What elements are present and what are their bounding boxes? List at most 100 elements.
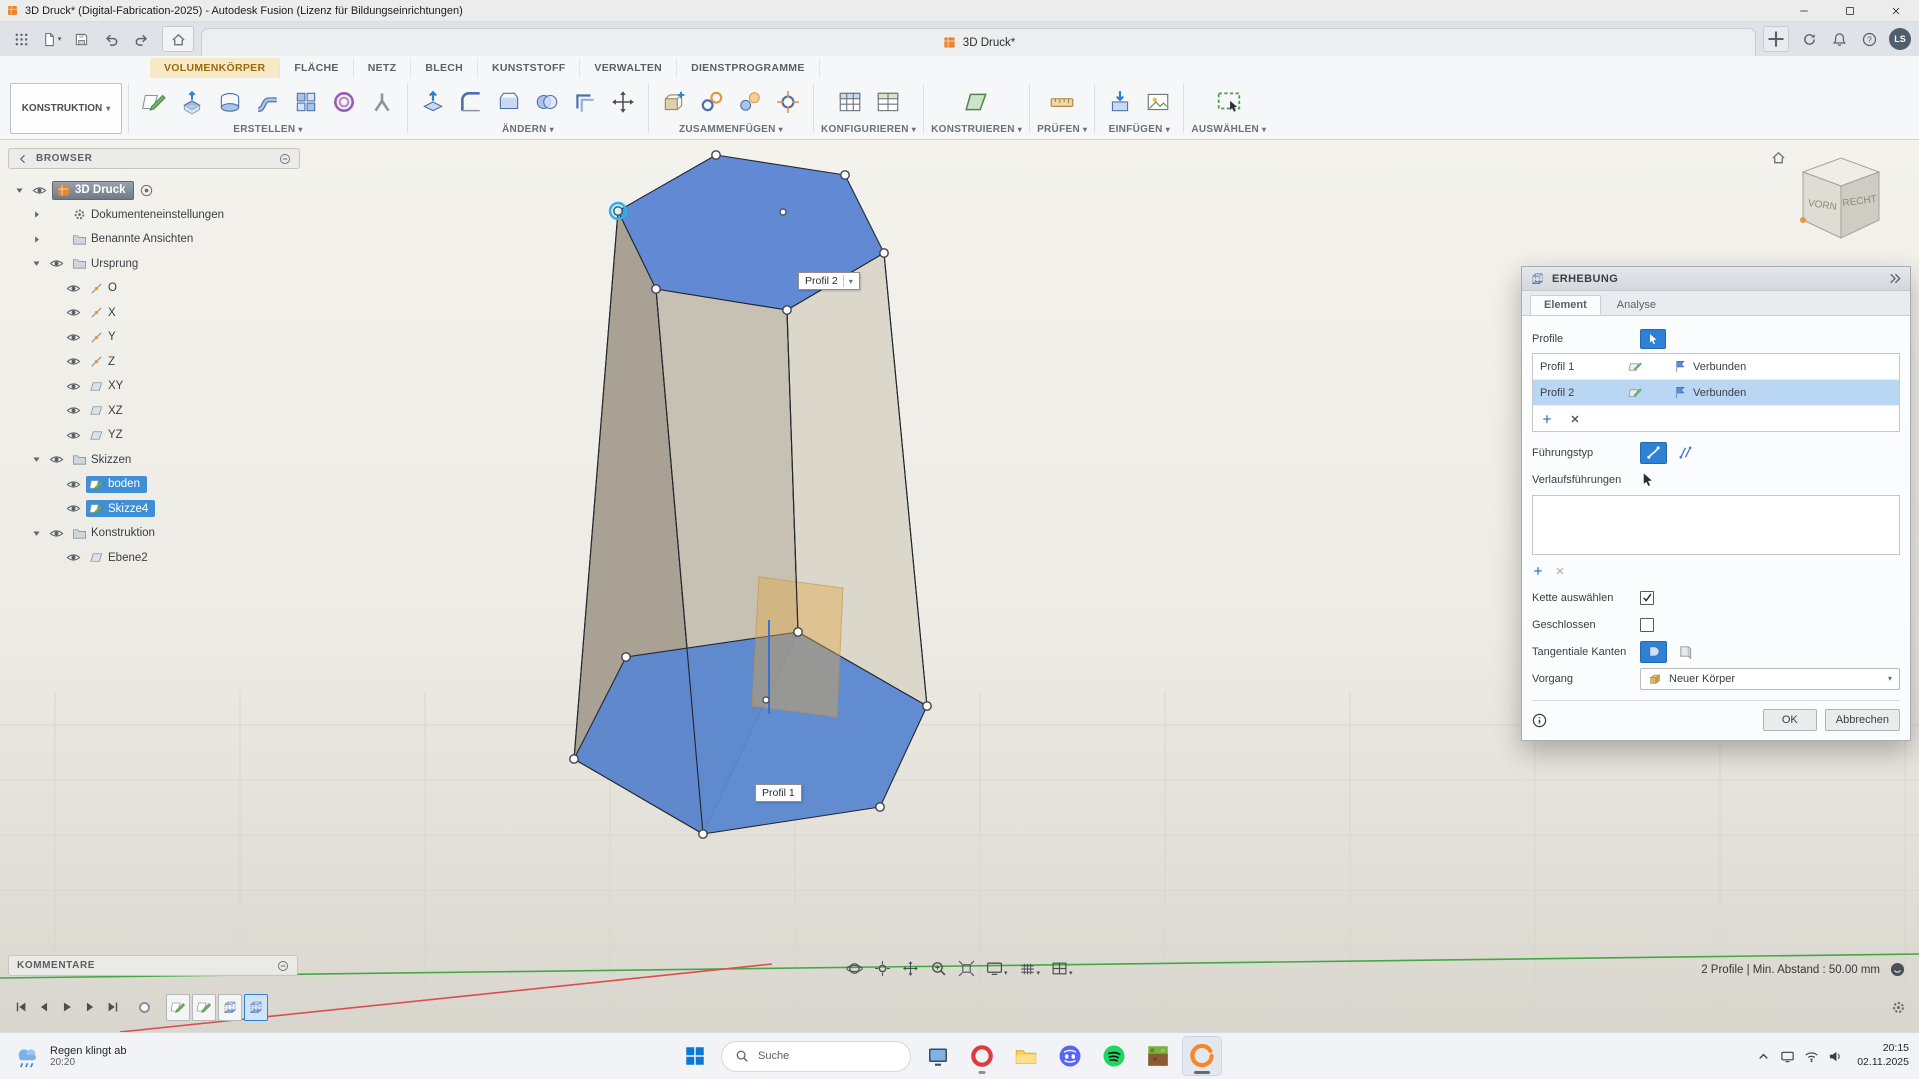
tangent-edges-merge-button[interactable] [1640,641,1667,663]
canvas-button[interactable] [1140,83,1176,121]
visibility-eye-icon[interactable] [64,305,83,320]
job-status-button[interactable] [1796,26,1823,52]
minimize-button[interactable] [1781,0,1827,21]
redo-button[interactable] [128,26,155,52]
timeline-loft-2[interactable] [244,994,268,1021]
viewport[interactable]: VORN RECHT BROWSER 3D DruckDokumentenein… [0,140,1919,1032]
visibility-eye-icon[interactable] [64,379,83,394]
visibility-eye-icon[interactable] [64,403,83,418]
profile-row-1[interactable]: Profil 1Verbunden [1533,354,1899,380]
remove-profile-button[interactable] [1569,413,1581,425]
fit-button[interactable] [958,960,975,977]
measure-button[interactable] [1044,83,1080,121]
profile-row-2[interactable]: Profil 2Verbunden [1533,380,1899,406]
visibility-eye-icon[interactable] [47,256,66,271]
search-input[interactable]: Suche [721,1041,911,1072]
browser-item-y[interactable]: Y [8,325,300,350]
go-to-start-button[interactable] [10,996,31,1018]
expander-down-icon[interactable] [31,454,44,465]
taskbar-clock[interactable]: 20:15 02.11.2025 [1857,1042,1909,1069]
tray-volume-icon[interactable] [1823,1041,1847,1071]
browser-item-ursprung[interactable]: Ursprung [8,252,300,277]
expander-down-icon[interactable] [14,185,27,196]
help-button[interactable]: ? [1856,26,1883,52]
visibility-eye-icon[interactable] [64,354,83,369]
guide-rails-button[interactable] [1640,442,1667,464]
browser-header[interactable]: BROWSER [8,148,300,169]
create-sketch-button[interactable] [136,83,172,121]
grid-settings-button[interactable]: ▾ [1019,960,1041,977]
offset-face-button[interactable] [567,83,603,121]
tab-analyse[interactable]: Analyse [1603,295,1670,315]
as-built-joint-button[interactable] [732,83,768,121]
notifications-button[interactable] [1826,26,1853,52]
fillet-button[interactable] [453,83,489,121]
orbit-button[interactable] [846,960,863,977]
browser-item-3d-druck[interactable]: 3D Druck [8,178,300,203]
file-explorer-taskbar-icon[interactable] [1006,1036,1046,1076]
browser-item-dokumenteneinstellungen[interactable]: Dokumenteneinstellungen [8,203,300,228]
konstruktion-dropdown[interactable]: KONSTRUKTION▾ [10,83,122,134]
configuration-table-button[interactable] [870,83,906,121]
weather-widget[interactable]: Regen klingt ab 20:20 [0,1033,140,1079]
visibility-eye-icon[interactable] [47,452,66,467]
ribbon-tab-volumenkörper[interactable]: VOLUMENKÖRPER [150,58,280,78]
ribbon-tab-kunststoff[interactable]: KUNSTSTOFF [478,58,580,78]
app-grid-button[interactable] [8,26,35,52]
file-menu-button[interactable]: ▾ [38,26,65,52]
task-view-taskbar-icon[interactable] [918,1036,958,1076]
step-forward-button[interactable] [79,996,100,1018]
visibility-eye-icon[interactable] [64,281,83,296]
tangent-edges-keep-button[interactable] [1672,641,1699,663]
press-pull-button[interactable] [415,83,451,121]
add-profile-button[interactable] [1541,413,1553,425]
kommentare-collapse-icon[interactable] [277,960,289,972]
expander-down-icon[interactable] [31,528,44,539]
visibility-eye-icon[interactable] [64,428,83,443]
geschlossen-checkbox[interactable] [1640,618,1654,632]
new-component-button[interactable] [656,83,692,121]
visibility-eye-icon[interactable] [64,550,83,565]
save-button[interactable] [68,26,95,52]
fusion-taskbar-icon[interactable] [1182,1036,1222,1076]
dialog-undock-icon[interactable] [1887,271,1902,286]
ribbon-tab-netz[interactable]: NETZ [354,58,412,78]
timeline-sketch-1[interactable] [166,994,190,1021]
browser-item-xy[interactable]: XY [8,374,300,399]
visibility-eye-icon[interactable] [30,183,49,198]
expander-right-icon[interactable] [31,209,44,220]
visibility-eye-icon[interactable] [47,526,66,541]
viewcube[interactable]: VORN RECHT [1771,148,1901,252]
extrude-button[interactable] [174,83,210,121]
shell-button[interactable] [491,83,527,121]
pattern-button[interactable] [288,83,324,121]
pan-button[interactable] [902,960,919,977]
browser-item-ebene2[interactable]: Ebene2 [8,546,300,571]
remove-rail-button[interactable] [1554,565,1566,577]
tab-element[interactable]: Element [1530,295,1601,315]
guide-centerline-button[interactable] [1672,442,1699,464]
browser-item-x[interactable]: X [8,301,300,326]
browser-item-boden[interactable]: boden [8,472,300,497]
visibility-eye-icon[interactable] [64,477,83,492]
status-indicator-icon[interactable] [1890,962,1905,977]
new-tab-button[interactable] [1763,26,1789,52]
browser-item-xz[interactable]: XZ [8,399,300,424]
ribbon-tab-dienstprogramme[interactable]: DIENSTPROGRAMME [677,58,820,78]
coil-button[interactable] [326,83,362,121]
insert-mesh-button[interactable] [1102,83,1138,121]
vorgang-select[interactable]: Neuer Körper ▾ [1640,668,1900,690]
rigid-group-button[interactable] [770,83,806,121]
expander-down-icon[interactable] [31,258,44,269]
kette-checkbox[interactable] [1640,591,1654,605]
tray-expand-icon[interactable] [1751,1041,1775,1071]
activate-component-icon[interactable] [139,183,154,198]
configuration-button[interactable] [832,83,868,121]
home-view-button[interactable] [162,26,194,52]
select-rails-cursor-icon[interactable] [1640,472,1655,487]
ribbon-tab-fläche[interactable]: FLÄCHE [280,58,353,78]
browser-item-konstruktion[interactable]: Konstruktion [8,521,300,546]
start-button[interactable] [676,1037,714,1075]
timeline-settings-gear-icon[interactable] [1888,996,1909,1018]
avatar[interactable]: LS [1889,28,1911,50]
